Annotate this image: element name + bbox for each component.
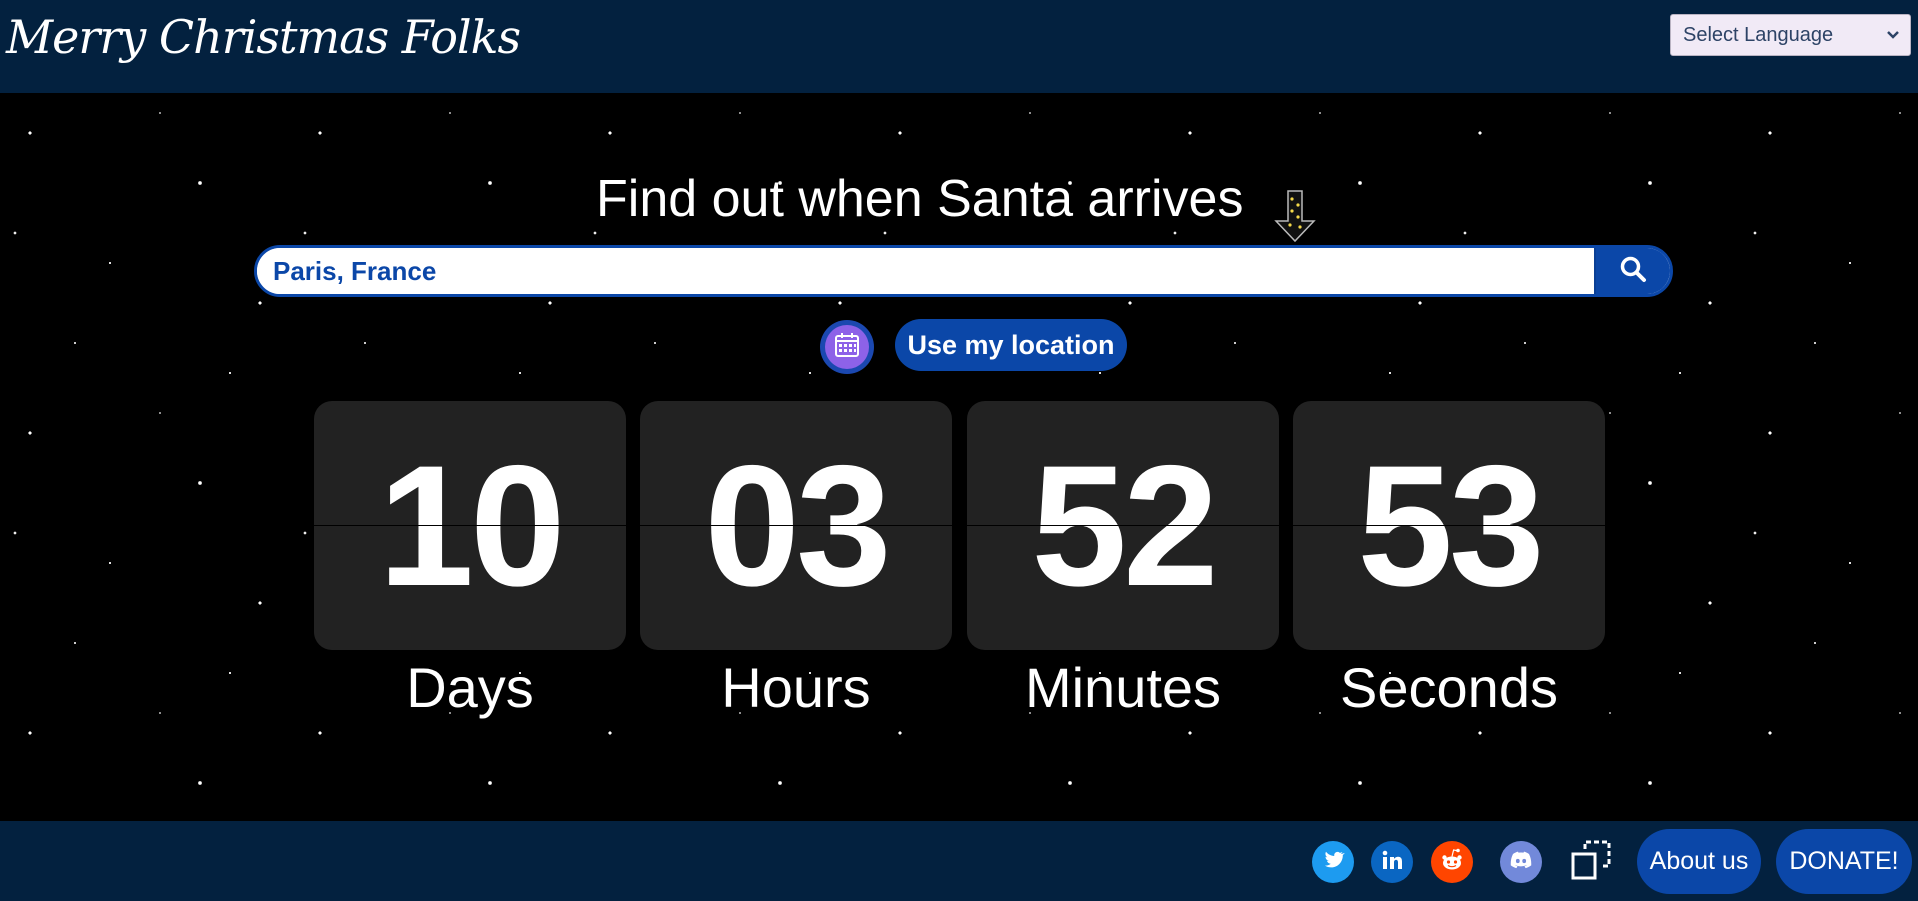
copy-link-button[interactable] — [1568, 839, 1614, 885]
language-select[interactable]: Select Language — [1670, 14, 1911, 56]
linkedin-share-link[interactable] — [1371, 841, 1413, 883]
countdown-minutes-tile: 52 — [967, 401, 1279, 650]
tile-divider — [967, 525, 1279, 526]
chevron-down-icon — [1886, 24, 1900, 52]
countdown-hours-tile: 03 — [640, 401, 952, 650]
countdown-seconds-value: 53 — [1357, 430, 1544, 622]
calendar-icon — [833, 331, 861, 364]
reddit-share-link[interactable] — [1431, 841, 1473, 883]
countdown-seconds-tile: 53 — [1293, 401, 1605, 650]
countdown-minutes-value: 52 — [1031, 430, 1218, 622]
countdown-hours-label: Hours — [721, 656, 871, 719]
site-footer: About us DONATE! — [0, 821, 1918, 901]
reddit-icon — [1438, 846, 1466, 879]
countdown-days-label: Days — [406, 656, 534, 719]
discord-icon — [1508, 847, 1534, 878]
linkedin-icon — [1380, 848, 1404, 877]
countdown-seconds-label: Seconds — [1340, 656, 1558, 719]
twitter-icon — [1321, 848, 1345, 877]
language-select-value: Select Language — [1683, 24, 1834, 46]
down-arrow-icon — [1270, 189, 1320, 250]
donate-button[interactable]: DONATE! — [1776, 829, 1912, 894]
location-search-input[interactable] — [257, 248, 1597, 294]
tile-divider — [640, 525, 952, 526]
search-button[interactable] — [1594, 248, 1670, 294]
twitter-share-link[interactable] — [1312, 841, 1354, 883]
starry-background: Find out when Santa arrives Paris, Franc… — [0, 93, 1918, 821]
tile-divider — [314, 525, 626, 526]
search-icon — [1619, 255, 1647, 288]
tile-divider — [1293, 525, 1605, 526]
search-bar — [254, 245, 1673, 297]
countdown-hours-value: 03 — [704, 430, 891, 622]
site-header: Merry Christmas Folks Select Language — [0, 0, 1918, 93]
discord-share-link[interactable] — [1500, 841, 1542, 883]
add-to-calendar-button[interactable] — [820, 320, 874, 374]
brand-logo[interactable]: Merry Christmas Folks — [6, 10, 521, 64]
countdown-minutes-label: Minutes — [1024, 656, 1222, 719]
countdown-days-value: 10 — [378, 430, 565, 622]
about-us-button[interactable]: About us — [1637, 829, 1761, 894]
countdown-days-tile: 10 — [314, 401, 626, 650]
page-title: Find out when Santa arrives — [596, 170, 1244, 228]
share-icon — [1570, 839, 1612, 886]
use-my-location-button[interactable]: Use my location — [895, 319, 1127, 371]
